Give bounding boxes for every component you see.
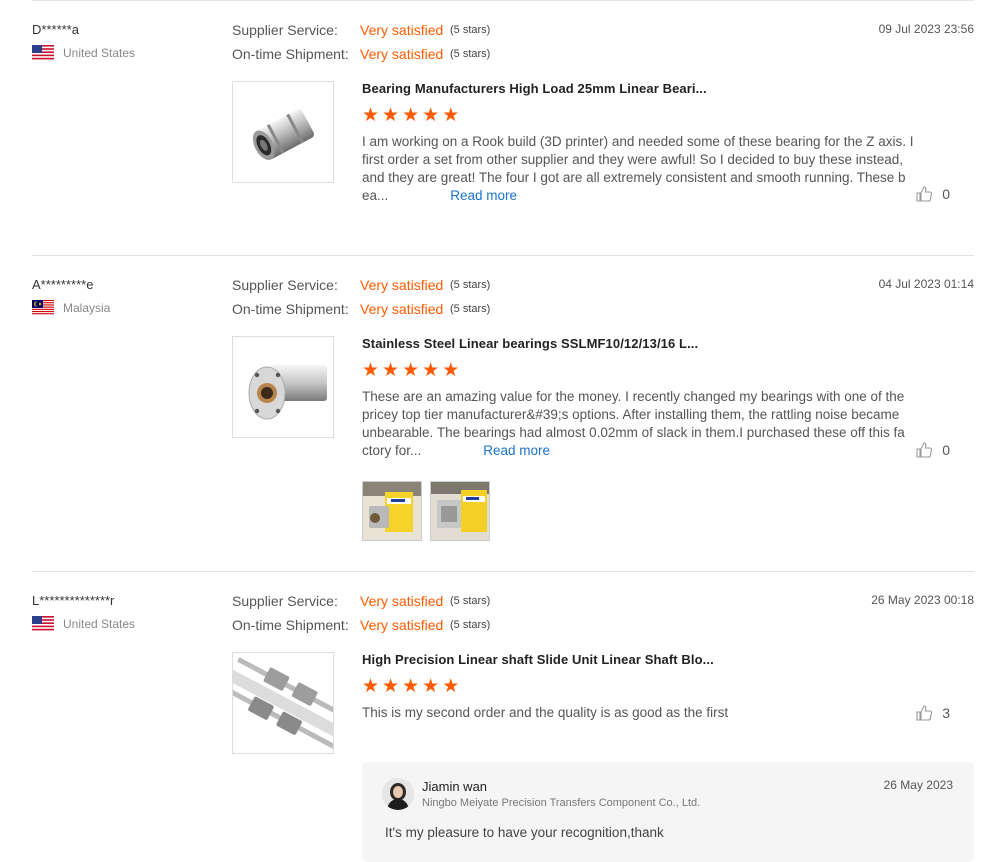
star-icon: ★ (442, 676, 460, 697)
star-icon: ★ (422, 105, 440, 126)
star-icon: ★ (422, 676, 440, 697)
us-flag-icon (32, 45, 54, 60)
read-more-link[interactable]: Read more (483, 443, 550, 458)
ontime-shipment-stars: (5 stars) (450, 619, 491, 631)
like-count: 0 (942, 186, 950, 202)
ontime-shipment-label: On-time Shipment: (232, 617, 349, 633)
review-text-content: These are an amazing value for the money… (362, 389, 905, 458)
supplier-service-stars: (5 stars) (450, 595, 491, 607)
reply-company: Ningbo Meiyate Precision Transfers Compo… (422, 797, 701, 809)
review-star-rating: ★ ★ ★ ★ ★ (362, 106, 459, 125)
star-icon: ★ (362, 105, 380, 126)
review-divider (32, 571, 974, 572)
product-title[interactable]: High Precision Linear shaft Slide Unit L… (362, 652, 714, 667)
review-text: This is my second order and the quality … (362, 705, 729, 720)
thumbs-up-icon (916, 186, 933, 202)
product-thumbnail[interactable] (232, 336, 334, 438)
avatar (382, 778, 414, 810)
ontime-shipment-stars: (5 stars) (450, 303, 491, 315)
star-icon: ★ (402, 676, 420, 697)
review-item: D******a United States Supplier Service:… (32, 22, 974, 232)
star-icon: ★ (402, 105, 420, 126)
review-date: 26 May 2023 00:18 (871, 593, 974, 607)
reply-text: It's my pleasure to have your recognitio… (385, 825, 664, 840)
ontime-shipment-stars: (5 stars) (450, 48, 491, 60)
review-text: I am working on a Rook build (3D printer… (362, 133, 922, 205)
like-button[interactable]: 0 (916, 186, 950, 202)
product-title[interactable]: Stainless Steel Linear bearings SSLMF10/… (362, 336, 698, 351)
supplier-service-rating: Very satisfied (360, 593, 444, 609)
top-divider (32, 0, 974, 1)
thumbs-up-icon (916, 705, 933, 721)
review-item: A*********e Malaysia Supplier Service: V… (32, 277, 974, 547)
review-star-rating: ★ ★ ★ ★ ★ (362, 361, 459, 380)
us-flag-icon (32, 616, 54, 631)
ontime-shipment-rating: Very satisfied (360, 301, 444, 317)
product-thumbnail[interactable] (232, 81, 334, 183)
supplier-service-rating: Very satisfied (360, 277, 444, 293)
review-text-content: I am working on a Rook build (3D printer… (362, 134, 914, 203)
like-button[interactable]: 3 (916, 705, 950, 721)
buyer-country: Malaysia (32, 300, 110, 315)
star-icon: ★ (362, 360, 380, 381)
star-icon: ★ (422, 360, 440, 381)
review-date: 09 Jul 2023 23:56 (878, 22, 974, 36)
star-icon: ★ (362, 676, 380, 697)
read-more-link[interactable]: Read more (450, 188, 517, 203)
supplier-service-rating: Very satisfied (360, 22, 444, 38)
ontime-shipment-rating: Very satisfied (360, 46, 444, 62)
review-photo-2[interactable] (430, 481, 490, 541)
like-count: 3 (942, 705, 950, 721)
product-thumbnail[interactable] (232, 652, 334, 754)
reply-author-name: Jiamin wan (422, 779, 488, 794)
star-icon: ★ (402, 360, 420, 381)
malaysia-flag-icon (32, 300, 54, 315)
buyer-name: L**************r (32, 593, 115, 608)
buyer-country: United States (32, 616, 135, 631)
like-button[interactable]: 0 (916, 442, 950, 458)
supplier-service-label: Supplier Service: (232, 593, 338, 609)
star-icon: ★ (382, 676, 400, 697)
supplier-service-label: Supplier Service: (232, 22, 338, 38)
review-divider (32, 255, 974, 256)
ontime-shipment-label: On-time Shipment: (232, 46, 349, 62)
thumbs-up-icon (916, 442, 933, 458)
buyer-name: D******a (32, 22, 79, 37)
star-icon: ★ (442, 105, 460, 126)
ontime-shipment-rating: Very satisfied (360, 617, 444, 633)
country-label: United States (63, 45, 136, 60)
review-text: These are an amazing value for the money… (362, 388, 922, 460)
review-date: 04 Jul 2023 01:14 (878, 277, 974, 291)
review-star-rating: ★ ★ ★ ★ ★ (362, 677, 459, 696)
reply-date: 26 May 2023 (883, 778, 953, 792)
country-label: Malaysia (63, 300, 111, 315)
country-label: United States (63, 616, 136, 631)
ontime-shipment-label: On-time Shipment: (232, 301, 349, 317)
star-icon: ★ (382, 105, 400, 126)
star-icon: ★ (442, 360, 460, 381)
supplier-service-stars: (5 stars) (450, 24, 491, 36)
review-photo-1[interactable] (362, 481, 422, 541)
buyer-country: United States (32, 45, 135, 60)
supplier-service-label: Supplier Service: (232, 277, 338, 293)
like-count: 0 (942, 442, 950, 458)
buyer-name: A*********e (32, 277, 94, 292)
star-icon: ★ (382, 360, 400, 381)
product-title[interactable]: Bearing Manufacturers High Load 25mm Lin… (362, 81, 707, 96)
supplier-reply: Jiamin wan Ningbo Meiyate Precision Tran… (362, 762, 974, 862)
review-item: L**************r United States Supplier … (32, 593, 974, 862)
supplier-service-stars: (5 stars) (450, 279, 491, 291)
